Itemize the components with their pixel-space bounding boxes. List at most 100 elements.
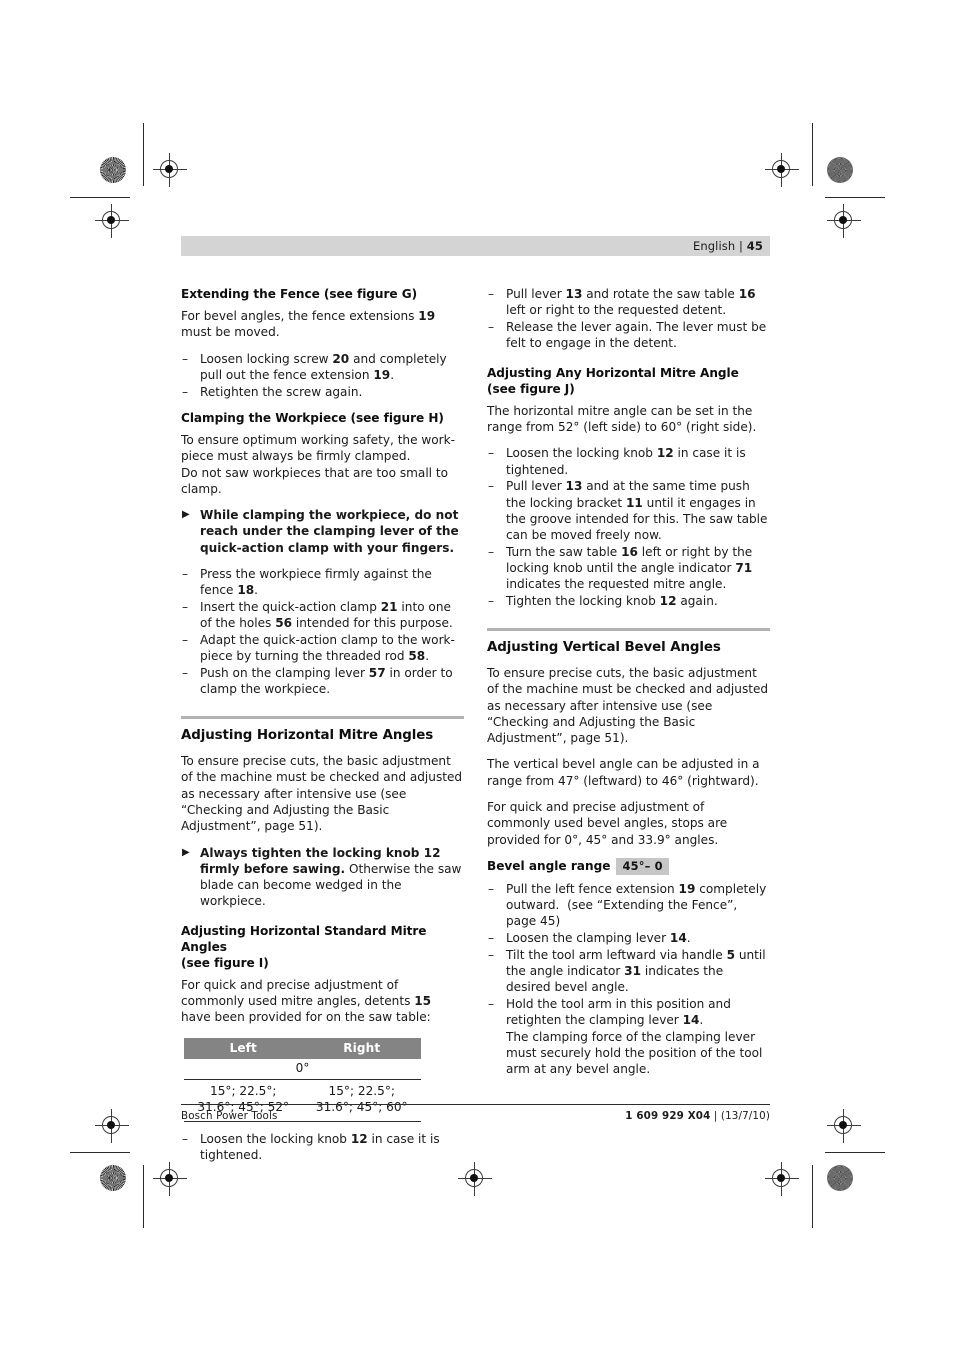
list-item: – Loosen the clamping lever 14.	[488, 931, 691, 946]
two-column-body: Extending the Fence (see figure G) For b…	[181, 286, 770, 1173]
dash-marker-icon: –	[182, 632, 189, 647]
list-item: – Retighten the screw again.	[182, 384, 363, 399]
warning-tighten-locking-knob: ▶ Always tighten the locking knob 12 firm…	[181, 845, 464, 910]
warning-item: ▶ Always tighten the locking knob 12 firm…	[181, 845, 464, 910]
right-column: – Pull lever 13 and rotate the saw table …	[487, 286, 770, 1173]
dash-marker-icon: –	[488, 479, 495, 494]
registration-mark-right-lower	[827, 1109, 861, 1143]
paragraph-any-mitre-range: The horizontal mitre angle can be set in…	[487, 403, 757, 434]
trim-line-left-horizontal	[70, 197, 130, 198]
bullets-standard-mitre-trailing: – Loosen the locking knob 12 in case it i…	[181, 1131, 464, 1164]
left-column: Extending the Fence (see figure G) For b…	[181, 286, 464, 1173]
list-item: – Pull lever 13 and at the same time push…	[488, 479, 768, 543]
dash-marker-icon: –	[182, 599, 189, 614]
list-item: – Adapt the quick-action clamp to the wor…	[182, 632, 455, 664]
bullets-continued-from-left: – Pull lever 13 and rotate the saw table …	[487, 286, 770, 352]
paragraph-extending-the-fence: For bevel angles, the fence extensions 1…	[181, 309, 436, 340]
footer-document-code: 1 609 929 X04 | (13/7/10)	[625, 1110, 770, 1122]
zero-angle-cell: 0°	[184, 1058, 421, 1081]
bullets-extending-the-fence: – Loosen locking screw 20 and completely …	[181, 351, 464, 400]
dash-marker-icon: –	[488, 947, 495, 962]
page-footer: Bosch Power Tools 1 609 929 X04 | (13/7/…	[181, 1104, 770, 1122]
dash-marker-icon: –	[488, 544, 495, 559]
paragraph-clamping-small: Do not saw workpieces that are too small…	[181, 465, 449, 496]
list-item: – Push on the clamping lever 57 in order …	[182, 665, 453, 697]
list-item: – Loosen locking screw 20 and completely …	[182, 351, 447, 382]
dash-marker-icon: –	[488, 320, 495, 335]
halftone-dot-top-right	[827, 157, 853, 183]
dash-marker-icon: –	[488, 931, 495, 946]
list-item: – Press the workpiece firmly against the …	[182, 566, 432, 598]
header-language: English	[693, 239, 736, 253]
bevel-angle-range-line: Bevel angle range 45°– 0	[487, 857, 770, 875]
warning-item: ▶ While clamping the workpiece, do not re…	[181, 507, 464, 556]
registration-mark-left-lower	[95, 1109, 129, 1143]
heading-line-1: Adjusting Horizontal Standard Mitre Angl…	[181, 923, 427, 954]
paragraph-basic-adjustment-horizontal: To ensure precise cuts, the basic adjust…	[181, 754, 463, 834]
paragraph-bevel-range: The vertical bevel angle can be adjusted…	[487, 757, 760, 788]
trim-line-top-right-vertical	[812, 123, 813, 186]
dash-marker-icon: –	[182, 566, 189, 581]
paragraph-clamping-safety: To ensure optimum working safety, the wo…	[181, 432, 456, 464]
list-item: – Turn the saw table 16 left or right by …	[488, 544, 753, 592]
dash-marker-icon: –	[182, 1131, 189, 1146]
heading-adjusting-any-mitre-angle: Adjusting Any Horizontal Mitre Angle (see…	[487, 365, 770, 397]
page-number: 45	[746, 239, 763, 253]
list-item: – Pull the left fence extension 19 comple…	[488, 881, 767, 929]
registration-mark-left-upper	[95, 204, 129, 238]
page-content: English | 45 Extending the Fence (see fi…	[181, 236, 770, 1173]
paragraph-standard-mitre-detents: For quick and precise adjustment of comm…	[181, 977, 432, 1025]
footer-company: Bosch Power Tools	[181, 1110, 278, 1122]
halftone-dot-bottom-right	[827, 1165, 853, 1191]
running-header-text: English | 45	[693, 239, 763, 253]
list-item: – Loosen the locking knob 12 in case it i…	[182, 1131, 440, 1163]
list-item: – Loosen the locking knob 12 in case it i…	[488, 446, 746, 477]
table-row-zero: 0°	[184, 1058, 421, 1081]
list-item: – Pull lever 13 and rotate the saw table …	[488, 287, 756, 318]
heading-line-2: (see figure I)	[181, 955, 269, 970]
list-item: – Tighten the locking knob 12 again.	[488, 594, 718, 609]
paragraph-basic-adjustment-vertical: To ensure precise cuts, the basic adjust…	[487, 666, 769, 746]
header-separator: |	[739, 239, 744, 253]
dash-marker-icon: –	[488, 997, 495, 1012]
bevel-angle-range-label: Bevel angle range	[487, 859, 611, 874]
trim-line-right-horizontal	[825, 197, 885, 198]
trim-line-right-lower-horizontal	[825, 1152, 885, 1153]
warning-clamping-fingers: ▶ While clamping the workpiece, do not re…	[181, 507, 464, 556]
list-item: – Release the lever again. The lever must…	[488, 320, 767, 351]
running-header: English | 45	[181, 236, 770, 256]
footer-divider	[181, 1104, 770, 1105]
trim-line-top-left-vertical	[143, 123, 144, 186]
warning-text: While clamping the workpiece, do not rea…	[200, 508, 459, 555]
heading-adjusting-horizontal-mitre-angles: Adjusting Horizontal Mitre Angles	[181, 728, 434, 744]
status-badge: 45°– 0	[616, 857, 669, 875]
registration-mark-top-right	[765, 153, 799, 187]
registration-mark-top-left	[153, 153, 187, 187]
dash-marker-icon: –	[488, 287, 495, 301]
dash-marker-icon: –	[488, 446, 495, 461]
list-item: – Tilt the tool arm leftward via handle 5…	[488, 947, 766, 995]
footer-code: 1 609 929 X04	[625, 1110, 711, 1122]
trim-line-bottom-left-vertical	[143, 1165, 144, 1228]
list-item: – Insert the quick-action clamp 21 into o…	[182, 599, 453, 631]
footer-date: (13/7/10)	[720, 1110, 770, 1122]
registration-mark-right-upper	[827, 204, 861, 238]
registration-mark-bottom-right	[765, 1162, 799, 1196]
list-item: – Hold the tool arm in this position and …	[487, 996, 770, 1077]
left-angles-line-1: 15°; 22.5°;	[210, 1084, 277, 1099]
footer-row: Bosch Power Tools 1 609 929 X04 | (13/7/…	[181, 1110, 770, 1122]
section-divider	[181, 716, 464, 720]
halftone-dot-top-left	[100, 157, 126, 183]
section-divider	[487, 628, 770, 632]
heading-line-2: (see figure J)	[487, 381, 575, 396]
triangle-bullet-icon: ▶	[182, 846, 190, 858]
table-header-row: Left Right	[184, 1037, 421, 1059]
dash-marker-icon: –	[488, 881, 495, 896]
right-angles-line-1: 15°; 22.5°;	[328, 1084, 395, 1099]
bullets-bevel-adjustment: – Pull the left fence extension 19 comple…	[487, 881, 770, 1078]
heading-extending-the-fence: Extending the Fence (see figure G)	[181, 287, 418, 301]
halftone-dot-bottom-left	[100, 1165, 126, 1191]
heading-line-1: Adjusting Any Horizontal Mitre Angle	[487, 365, 739, 380]
heading-adjusting-vertical-bevel-angles: Adjusting Vertical Bevel Angles	[487, 640, 721, 656]
trim-line-left-lower-horizontal	[70, 1152, 130, 1153]
